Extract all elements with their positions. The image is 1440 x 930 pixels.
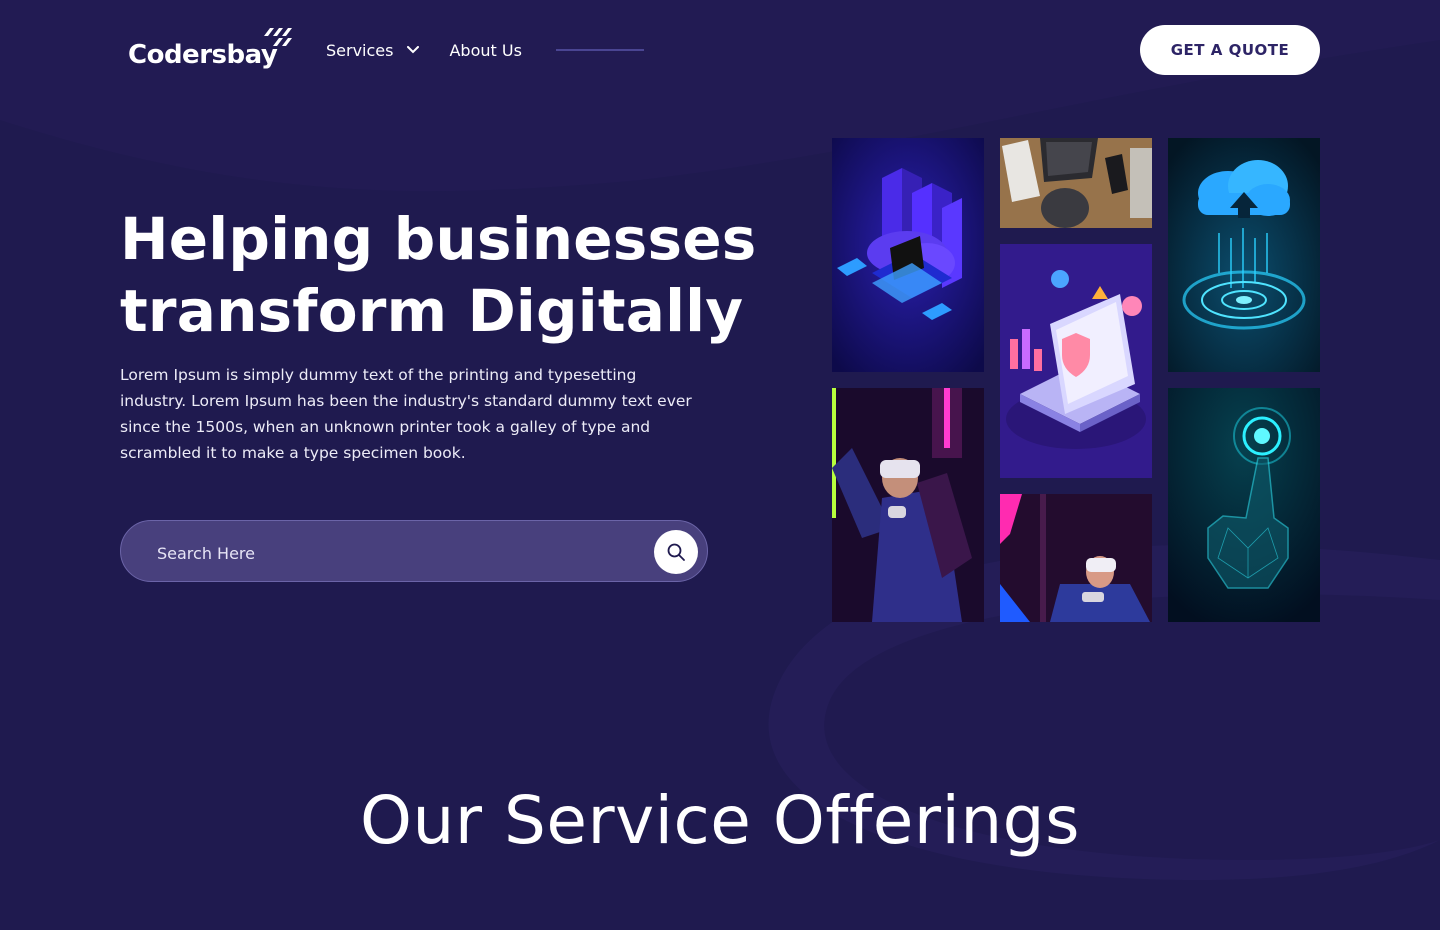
hero-title: Helping businesses transform Digitally: [120, 203, 760, 347]
nav-services-label: Services: [326, 40, 394, 60]
logo-mark-icon: [264, 28, 292, 46]
search-icon: [667, 543, 685, 561]
main-nav: Services About Us: [326, 38, 644, 62]
nav-about-label: About Us: [449, 40, 522, 60]
nav-divider: [555, 49, 644, 51]
hero-title-line1: Helping businesses: [120, 205, 757, 273]
hero-title-line2: transform Digitally: [120, 277, 744, 345]
logo-text: Codersbay: [128, 40, 278, 70]
nav-about-us[interactable]: About Us: [449, 41, 521, 60]
hero-description: Lorem Ipsum is simply dummy text of the …: [120, 366, 692, 462]
isometric-laptop-security-image: [1000, 244, 1152, 478]
get-a-quote-button[interactable]: GET A QUOTE: [1140, 25, 1320, 75]
section-title: Our Service Offerings: [360, 782, 1080, 859]
isometric-cloud-servers-image: [832, 138, 984, 372]
vr-player-image: [1000, 494, 1152, 622]
search-input[interactable]: [155, 537, 639, 569]
logo[interactable]: Codersbay: [128, 28, 298, 74]
chevron-down-icon: [407, 46, 420, 54]
search-bar: [120, 520, 708, 582]
nav-services[interactable]: Services: [326, 40, 420, 60]
cloud-upload-image: [1168, 138, 1320, 372]
vr-gamer-image: [832, 388, 984, 622]
search-button[interactable]: [654, 530, 698, 574]
digital-hand-image: [1168, 388, 1320, 622]
laptop-desk-image: [1000, 138, 1152, 228]
